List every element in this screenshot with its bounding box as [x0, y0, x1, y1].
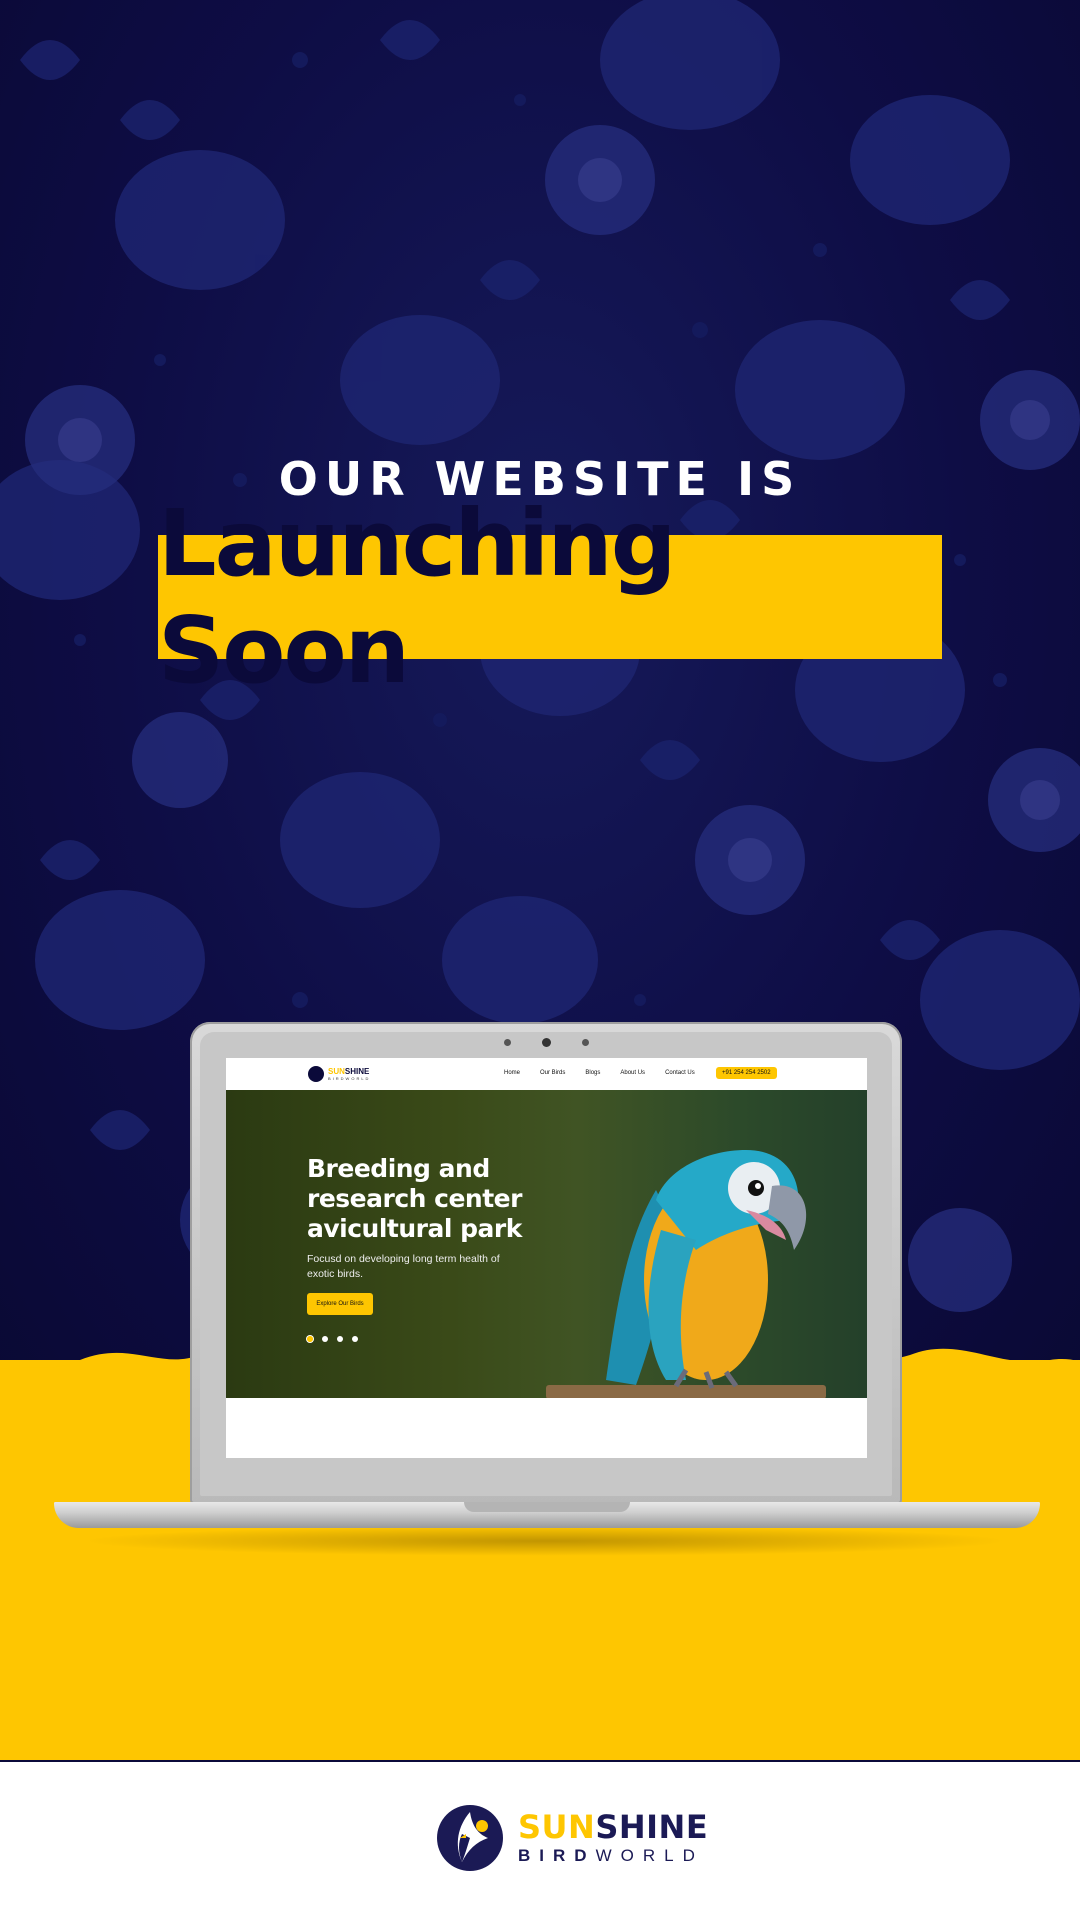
headline-banner: Launching Soon	[158, 490, 942, 704]
preview-logo: SUNSHINE BIRDWORLD	[308, 1066, 370, 1082]
slider-dot-2[interactable]	[322, 1336, 328, 1342]
preview-navbar: SUNSHINE BIRDWORLD Home Our Birds Blogs …	[226, 1058, 867, 1092]
slider-dot-3[interactable]	[337, 1336, 343, 1342]
preview-hero-title: Breeding and research center avicultural…	[307, 1154, 522, 1243]
sunshine-bird-logo-icon	[308, 1066, 324, 1082]
slider-dot-1[interactable]	[307, 1336, 313, 1342]
torn-edge	[226, 1398, 867, 1458]
nav-link-home[interactable]: Home	[504, 1070, 520, 1076]
footer-logo: SUNSHINE BIRDWORLD	[436, 1804, 708, 1872]
laptop-base	[54, 1502, 1040, 1528]
laptop-camera-icon	[542, 1038, 551, 1047]
nav-link-our-birds[interactable]: Our Birds	[540, 1070, 565, 1076]
phone-button[interactable]: +91 254 254 2502	[716, 1067, 777, 1079]
preview-hero: Breeding and research center avicultural…	[226, 1090, 867, 1408]
laptop-notch	[464, 1502, 630, 1512]
footer-brand-sub: BIRDWORLD	[518, 1846, 704, 1865]
sensor-dot	[504, 1039, 511, 1046]
nav-link-contact-us[interactable]: Contact Us	[665, 1070, 695, 1076]
website-preview-screen: SUNSHINE BIRDWORLD Home Our Birds Blogs …	[226, 1058, 867, 1458]
preview-nav-links: Home Our Birds Blogs About Us Contact Us	[504, 1070, 715, 1076]
laptop-shadow	[80, 1526, 1010, 1556]
parrot-image	[546, 1150, 826, 1399]
sensor-dot	[582, 1039, 589, 1046]
nav-link-blogs[interactable]: Blogs	[585, 1070, 600, 1076]
launch-headline: Launching Soon	[158, 490, 677, 704]
preview-brand-sub: BIRDWORLD	[328, 1075, 371, 1081]
slider-dot-4[interactable]	[352, 1336, 358, 1342]
preview-hero-subtitle: Focusd on developing long term health of…	[307, 1253, 500, 1280]
explore-birds-button[interactable]: Explore Our Birds	[307, 1293, 373, 1315]
sunshine-bird-logo-icon	[437, 1805, 503, 1871]
nav-link-about-us[interactable]: About Us	[620, 1070, 645, 1076]
preview-brand: SUNSHINE	[328, 1066, 370, 1076]
footer-brand: SUNSHINE	[518, 1808, 709, 1846]
slider-dots	[307, 1336, 358, 1342]
